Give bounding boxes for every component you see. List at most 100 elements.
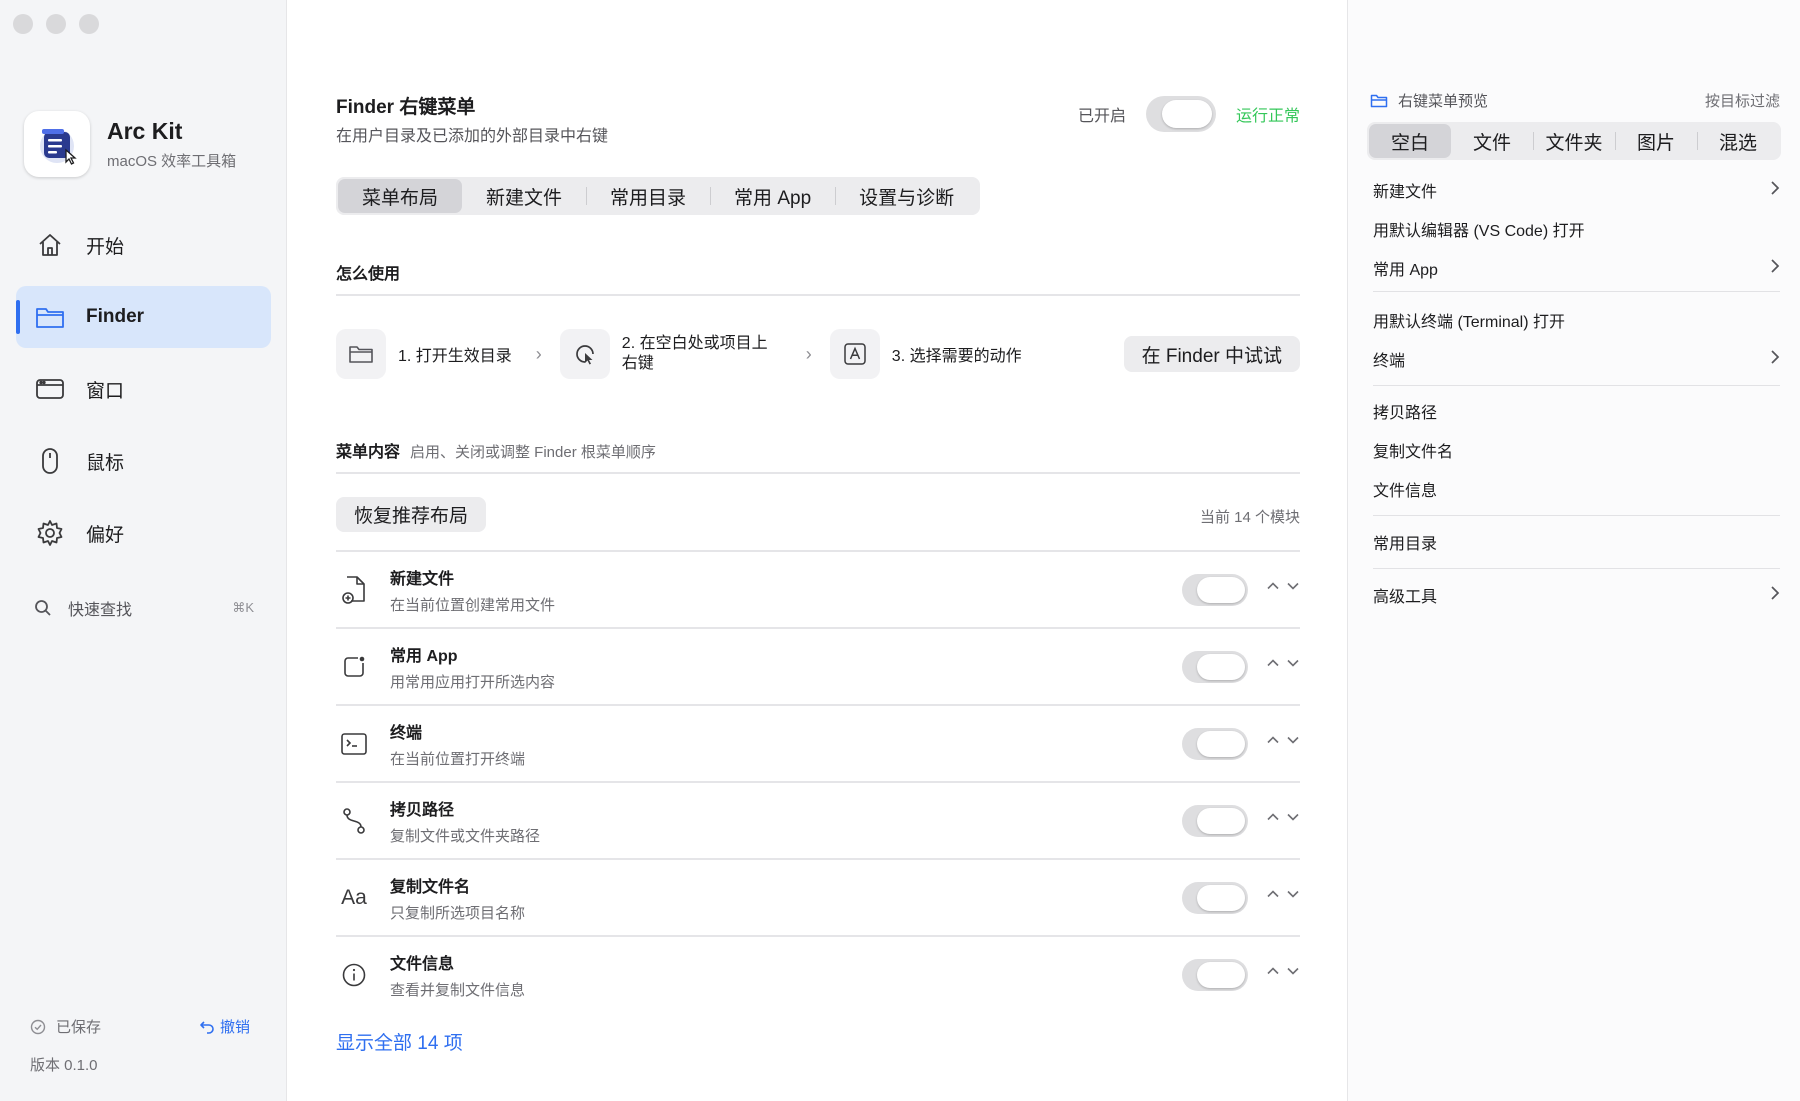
minimize-window-button[interactable] bbox=[46, 14, 66, 34]
move-up-icon[interactable] bbox=[1266, 810, 1280, 829]
move-down-icon[interactable] bbox=[1286, 579, 1300, 598]
move-down-icon[interactable] bbox=[1286, 964, 1300, 983]
move-down-icon[interactable] bbox=[1286, 733, 1300, 752]
preview-item-label: 常用目录 bbox=[1373, 536, 1438, 553]
reorder-controls bbox=[1266, 579, 1300, 598]
menu-item-toggle[interactable] bbox=[1182, 805, 1248, 837]
context-menu-preview: 右键菜单预览 按目标过滤 空白 文件 文件夹 图片 混选 新建文件 用默认编辑器… bbox=[1347, 0, 1800, 1101]
main-tabs: 菜单布局 新建文件 常用目录 常用 App 设置与诊断 bbox=[336, 177, 981, 215]
chevron-right-icon bbox=[1770, 585, 1780, 606]
sidebar-item-start[interactable]: 开始 bbox=[16, 214, 271, 276]
preview-header: 右键菜单预览 按目标过滤 bbox=[1370, 90, 1780, 111]
sidebar-item-preferences[interactable]: 偏好 bbox=[16, 502, 271, 564]
move-up-icon[interactable] bbox=[1266, 656, 1280, 675]
step-open-folder: 1. 打开生效目录 bbox=[336, 329, 512, 379]
search-label: 快速查找 bbox=[68, 602, 133, 619]
tab-folder[interactable]: 文件夹 bbox=[1533, 124, 1615, 158]
preview-item-file-info[interactable]: 文件信息 bbox=[1373, 477, 1780, 501]
preview-item-new-file[interactable]: 新建文件 bbox=[1373, 178, 1780, 202]
tab-image[interactable]: 图片 bbox=[1615, 124, 1697, 158]
preview-divider bbox=[1373, 291, 1780, 292]
reorder-controls bbox=[1266, 656, 1300, 675]
tab-file[interactable]: 文件 bbox=[1451, 124, 1533, 158]
sidebar-item-window[interactable]: 窗口 bbox=[16, 358, 271, 420]
quick-search[interactable]: 快速查找 ⌘K bbox=[34, 596, 254, 620]
preview-divider bbox=[1373, 385, 1780, 386]
tab-blank[interactable]: 空白 bbox=[1369, 124, 1451, 158]
show-all-link[interactable]: 显示全部 14 项 bbox=[336, 1028, 463, 1055]
preview-item-terminal[interactable]: 终端 bbox=[1373, 347, 1780, 371]
preview-item-open-terminal[interactable]: 用默认终端 (Terminal) 打开 bbox=[1373, 308, 1780, 332]
tab-common-apps[interactable]: 常用 App bbox=[710, 179, 835, 213]
menu-item-title: 复制文件名 bbox=[390, 878, 471, 896]
chevron-right-icon: › bbox=[805, 343, 812, 364]
menu-item-row-copy-path: 拷贝路径 复制文件或文件夹路径 bbox=[336, 781, 1300, 858]
tab-new-file[interactable]: 新建文件 bbox=[462, 179, 586, 213]
undo-button[interactable]: 撤销 bbox=[199, 1016, 250, 1037]
move-up-icon[interactable] bbox=[1266, 579, 1280, 598]
menu-item-row-common-app: 常用 App 用常用应用打开所选内容 bbox=[336, 627, 1300, 704]
restore-layout-button[interactable]: 恢复推荐布局 bbox=[336, 497, 487, 532]
menu-item-row-new-file: 新建文件 在当前位置创建常用文件 bbox=[336, 550, 1300, 627]
close-window-button[interactable] bbox=[13, 14, 33, 34]
menu-item-toggle[interactable] bbox=[1182, 728, 1248, 760]
move-up-icon[interactable] bbox=[1266, 733, 1280, 752]
move-up-icon[interactable] bbox=[1266, 964, 1280, 983]
path-icon bbox=[336, 807, 372, 835]
tab-mixed[interactable]: 混选 bbox=[1697, 124, 1779, 158]
reorder-controls bbox=[1266, 810, 1300, 829]
module-count: 当前 14 个模块 bbox=[1199, 509, 1300, 526]
version-label: 版本 0.1.0 bbox=[30, 1057, 98, 1074]
new-file-icon bbox=[336, 575, 372, 605]
menu-item-desc: 在当前位置创建常用文件 bbox=[390, 596, 556, 614]
menu-item-toggle[interactable] bbox=[1182, 651, 1248, 683]
text-aa-icon: Aa bbox=[341, 885, 367, 909]
preview-item-label: 文件信息 bbox=[1373, 483, 1438, 500]
menu-item-list: 新建文件 在当前位置创建常用文件 常用 App 用常用应用打开所选内容 终端 在… bbox=[336, 550, 1300, 1012]
tab-common-folders[interactable]: 常用目录 bbox=[586, 179, 710, 213]
undo-label: 撤销 bbox=[219, 1019, 250, 1036]
preview-item-advanced-tools[interactable]: 高级工具 bbox=[1373, 583, 1780, 607]
menu-item-desc: 用常用应用打开所选内容 bbox=[390, 673, 556, 691]
preview-item-label: 终端 bbox=[1373, 353, 1406, 370]
preview-item-label: 常用 App bbox=[1373, 262, 1438, 279]
filter-by-target-label: 按目标过滤 bbox=[1704, 93, 1780, 110]
tab-menu-layout[interactable]: 菜单布局 bbox=[338, 179, 463, 213]
reorder-controls bbox=[1266, 733, 1300, 752]
sidebar-item-label: 窗口 bbox=[86, 380, 125, 402]
menu-item-toggle[interactable] bbox=[1182, 959, 1248, 991]
window-controls bbox=[13, 14, 99, 34]
menu-item-row-file-info: 文件信息 查看并复制文件信息 bbox=[336, 935, 1300, 1012]
enabled-label: 已开启 bbox=[1077, 108, 1126, 125]
menu-item-desc: 查看并复制文件信息 bbox=[390, 981, 526, 999]
preview-item-label: 复制文件名 bbox=[1373, 444, 1454, 461]
sidebar-item-finder[interactable]: Finder bbox=[16, 286, 271, 348]
move-down-icon[interactable] bbox=[1286, 656, 1300, 675]
sidebar-item-mouse[interactable]: 鼠标 bbox=[16, 430, 271, 492]
check-circle-icon bbox=[30, 1019, 46, 1035]
menu-item-toggle[interactable] bbox=[1182, 574, 1248, 606]
terminal-icon bbox=[336, 732, 372, 756]
brand: Arc Kit macOS 效率工具箱 bbox=[24, 111, 236, 177]
finder-menu-toggle[interactable] bbox=[1145, 96, 1216, 132]
move-up-icon[interactable] bbox=[1266, 887, 1280, 906]
tab-settings-diagnostics[interactable]: 设置与诊断 bbox=[835, 179, 978, 213]
menu-item-title: 文件信息 bbox=[390, 955, 455, 973]
saved-label: 已保存 bbox=[56, 1019, 102, 1036]
preview-item-label: 用默认终端 (Terminal) 打开 bbox=[1373, 314, 1566, 331]
preview-item-copy-filename[interactable]: 复制文件名 bbox=[1373, 438, 1780, 462]
preview-title: 右键菜单预览 bbox=[1398, 93, 1489, 110]
preview-item-common-folders[interactable]: 常用目录 bbox=[1373, 530, 1780, 554]
preview-item-copy-path[interactable]: 拷贝路径 bbox=[1373, 399, 1780, 423]
pointer-click-icon bbox=[559, 329, 610, 379]
menu-item-toggle[interactable] bbox=[1182, 882, 1248, 914]
preview-item-common-app[interactable]: 常用 App bbox=[1373, 256, 1780, 280]
preview-item-open-editor[interactable]: 用默认编辑器 (VS Code) 打开 bbox=[1373, 217, 1780, 241]
preview-item-label: 高级工具 bbox=[1373, 589, 1438, 606]
move-down-icon[interactable] bbox=[1286, 887, 1300, 906]
try-in-finder-button[interactable]: 在 Finder 中试试 bbox=[1123, 336, 1300, 372]
preview-divider bbox=[1373, 515, 1780, 516]
zoom-window-button[interactable] bbox=[79, 14, 99, 34]
status-row: 已开启 运行正常 bbox=[1078, 96, 1300, 132]
move-down-icon[interactable] bbox=[1286, 810, 1300, 829]
